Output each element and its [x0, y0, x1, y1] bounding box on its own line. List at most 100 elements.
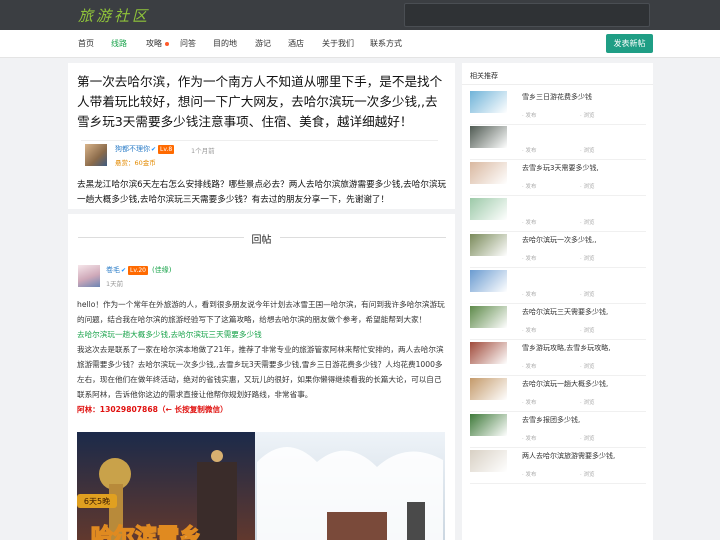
divider [470, 159, 646, 160]
list-item[interactable]: 两人去哈尔滨旅游需要多少钱, · 发布 · 浏览 [470, 450, 646, 486]
post-title: 第一次去哈尔滨，作为一个南方人不知道从哪里下手，是不是找个人带着玩比较好，想问一… [77, 74, 443, 129]
divider [470, 195, 646, 196]
list-item[interactable]: 去哈尔滨玩一趟大概多少钱, · 发布 · 浏览 [470, 378, 646, 414]
reply-author-line: 卷毛✔ Lv.20 (佳缘) [106, 265, 171, 275]
thumbnail[interactable] [470, 91, 507, 113]
list-item[interactable]: 去雪乡玩3天需要多少钱, · 发布 · 浏览 [470, 162, 646, 198]
divider [470, 231, 646, 232]
reply-paragraph: 我这次去是联系了一家在哈尔滨本地做了21年，推荐了非常专业的旅游管家阿林来帮忙安… [77, 345, 444, 399]
author-name[interactable]: 狗都不理你 [115, 145, 150, 153]
reply-paragraph: hello！作为一个常年在外旅游的人，看到很多朋友说今年计划去冰雪王国—哈尔滨，… [77, 300, 445, 324]
divider [470, 447, 646, 448]
new-post-button[interactable]: 发表新帖 [606, 34, 653, 53]
divider [470, 375, 646, 376]
nav-item-guides[interactable]: 攻略 [146, 30, 169, 58]
related-title[interactable]: 雪乡三日游花费多少钱 [522, 92, 646, 102]
avatar[interactable] [78, 265, 100, 287]
related-meta-published: · 发布 [522, 328, 537, 334]
divider [470, 411, 646, 412]
nav-item-routes[interactable]: 线路 [111, 30, 127, 58]
related-meta-published: · 发布 [522, 472, 537, 478]
related-meta-published: · 发布 [522, 184, 537, 190]
top-bar: 旅游社区 [0, 0, 720, 30]
harbin-photo: 6天5晚 哈尔滨雪乡 [77, 432, 445, 540]
related-meta-views: · 浏览 [580, 184, 595, 190]
divider [470, 483, 646, 484]
list-item[interactable]: 去雪乡报团多少钱, · 发布 · 浏览 [470, 414, 646, 450]
thumbnail[interactable] [470, 414, 507, 436]
related-sidebar: 相关推荐 雪乡三日游花费多少钱 · 发布 · 浏览 · 发布 · 浏览 去雪乡玩3天需要多… [462, 63, 653, 540]
search-input[interactable] [404, 3, 650, 27]
related-meta-published: · 发布 [522, 113, 537, 119]
related-meta-published: · 发布 [522, 292, 537, 298]
nav-item-contact[interactable]: 联系方式 [370, 30, 402, 58]
related-meta-views: · 浏览 [580, 292, 595, 298]
reply-tag: (佳缘) [152, 266, 172, 274]
related-meta-views: · 浏览 [580, 220, 595, 226]
thumbnail[interactable] [470, 270, 507, 292]
divider [462, 84, 653, 85]
reply-content: hello！作为一个常年在外旅游的人，看到很多朋友说今年计划去冰雪王国—哈尔滨，… [77, 297, 447, 417]
list-item[interactable]: 去哈尔滨玩三天需要多少钱, · 发布 · 浏览 [470, 306, 646, 342]
nav-item-about[interactable]: 关于我们 [322, 30, 354, 58]
related-title[interactable]: 去哈尔滨玩一次多少钱,, [522, 235, 646, 245]
related-title[interactable]: 去雪乡玩3天需要多少钱, [522, 163, 646, 173]
verified-icon: ✔ [121, 267, 127, 274]
thumbnail[interactable] [470, 342, 507, 364]
nav-item-travelogues[interactable]: 游记 [255, 30, 271, 58]
main-nav: 首页 线路 攻略 问答 目的地 游记 酒店 关于我们 联系方式 发表新帖 [0, 30, 720, 58]
reply-author-name[interactable]: 卷毛 [106, 266, 120, 274]
related-meta-views: · 浏览 [580, 148, 595, 154]
question-card: 第一次去哈尔滨，作为一个南方人不知道从哪里下手，是不是找个人带着玩比较好，想问一… [68, 63, 455, 209]
reply-card: 回帖 卷毛✔ Lv.20 (佳缘) 1天前 hello！作为一个常年在外旅游的人，看… [68, 214, 455, 540]
new-dot-icon [165, 41, 169, 46]
related-meta-views: · 浏览 [580, 472, 595, 478]
thumbnail[interactable] [470, 306, 507, 328]
post-author-meta: 狗都不理你✔ Lv.8 1个月前 悬赏：60金币 [81, 140, 438, 172]
related-title[interactable]: 去哈尔滨玩三天需要多少钱, [522, 307, 646, 317]
list-item[interactable]: · 发布 · 浏览 [470, 126, 646, 162]
thumbnail[interactable] [470, 234, 507, 256]
related-title[interactable]: 两人去哈尔滨旅游需要多少钱, [522, 451, 646, 461]
harbin-photo-art: 6天5晚 哈尔滨雪乡 [77, 432, 445, 540]
thumbnail[interactable] [470, 378, 507, 400]
divider [470, 267, 646, 268]
list-item[interactable]: 雪乡三日游花费多少钱 · 发布 · 浏览 [470, 91, 646, 127]
post-body: 去黑龙江哈尔滨6天左右怎么安排线路？哪些景点必去？两人去哈尔滨旅游需要多少钱,去… [77, 180, 447, 205]
related-meta-views: · 浏览 [580, 364, 595, 370]
related-meta-published: · 发布 [522, 400, 537, 406]
related-title[interactable]: 雪乡游玩攻略,去雪乡玩攻略, [522, 343, 646, 353]
thumbnail[interactable] [470, 162, 507, 184]
nav-item-qa[interactable]: 问答 [180, 30, 196, 58]
image-caption: 哈尔滨雪乡 [91, 524, 201, 540]
related-meta-published: · 发布 [522, 148, 537, 154]
author-line: 狗都不理你✔ Lv.8 [115, 144, 175, 154]
avatar[interactable] [85, 144, 107, 166]
related-meta-views: · 浏览 [580, 436, 595, 442]
thumbnail[interactable] [470, 126, 507, 148]
thumbnail[interactable] [470, 198, 507, 220]
nav-item-destinations[interactable]: 目的地 [213, 30, 237, 58]
related-title[interactable]: 去哈尔滨玩一趟大概多少钱, [522, 379, 646, 389]
level-badge: Lv.20 [128, 266, 149, 275]
verified-icon: ✔ [151, 146, 157, 153]
list-item[interactable]: 雪乡游玩攻略,去雪乡玩攻略, · 发布 · 浏览 [470, 342, 646, 378]
nav-item-hotels[interactable]: 酒店 [288, 30, 304, 58]
list-item[interactable]: · 发布 · 浏览 [470, 270, 646, 306]
related-title[interactable]: 去雪乡报团多少钱, [522, 415, 646, 425]
related-meta-views: · 浏览 [580, 400, 595, 406]
post-time: 1个月前 [191, 147, 215, 155]
divider [470, 339, 646, 340]
list-item[interactable]: · 发布 · 浏览 [470, 198, 646, 234]
list-item[interactable]: 去哈尔滨玩一次多少钱,, · 发布 · 浏览 [470, 234, 646, 270]
site-logo[interactable]: 旅游社区 [78, 5, 150, 26]
related-meta-published: · 发布 [522, 364, 537, 370]
thumbnail[interactable] [470, 450, 507, 472]
related-meta-views: · 浏览 [580, 113, 595, 119]
related-meta-published: · 发布 [522, 436, 537, 442]
nav-item-guides-label: 攻略 [146, 39, 162, 48]
nav-item-home[interactable]: 首页 [78, 30, 94, 58]
contact-line[interactable]: 阿林：13029807868（← 长按复制微信） [77, 402, 447, 417]
divider [470, 124, 646, 125]
related-meta-views: · 浏览 [580, 328, 595, 334]
